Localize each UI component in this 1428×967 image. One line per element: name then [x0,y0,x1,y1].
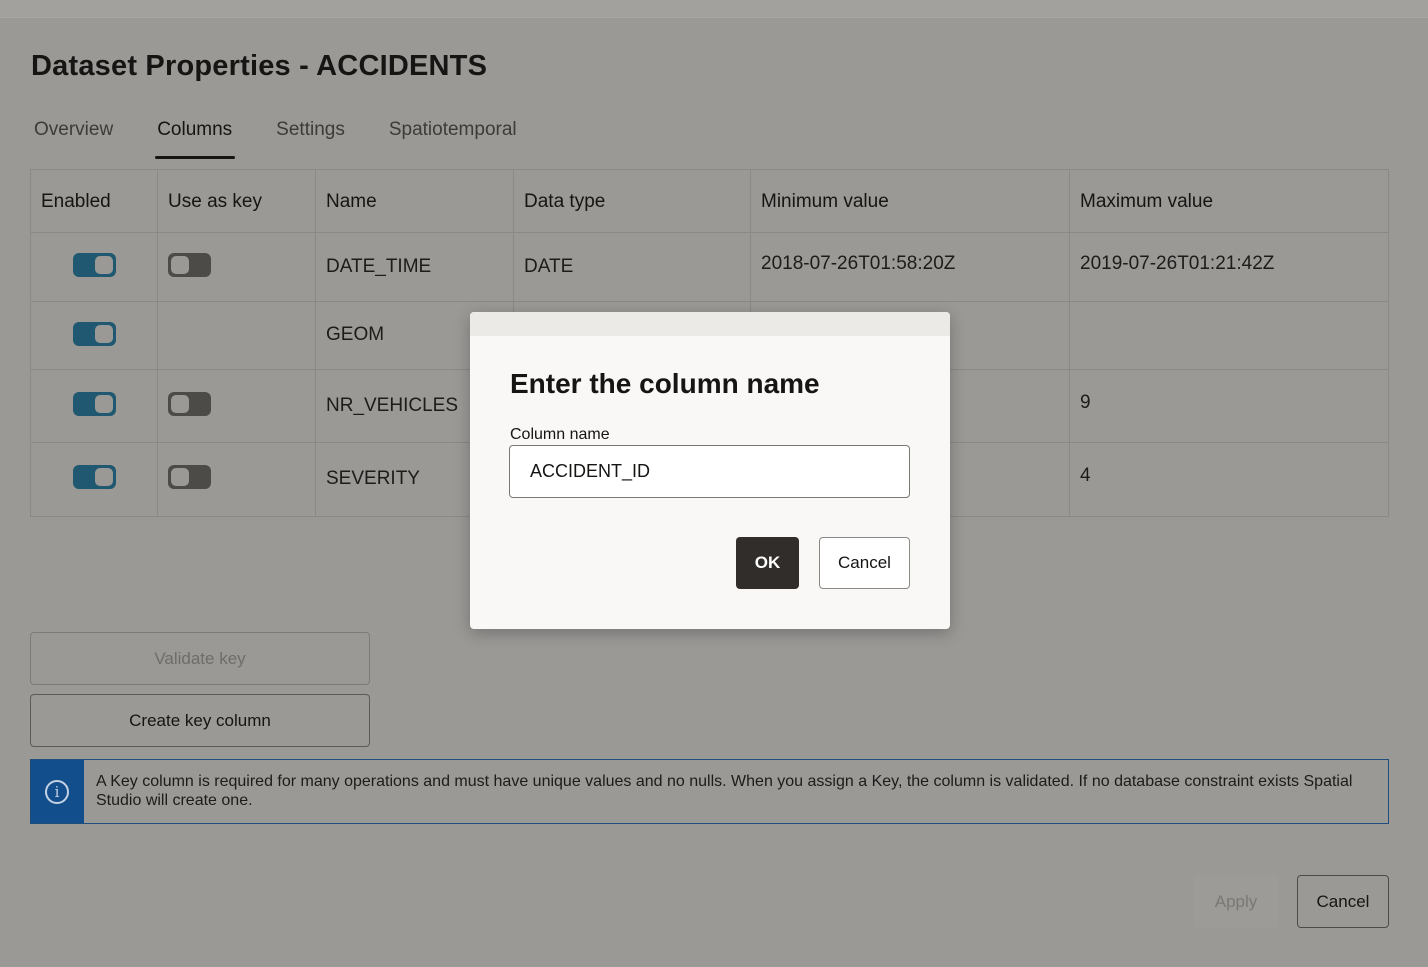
tab-settings[interactable]: Settings [276,116,345,160]
name-cell: DATE_TIME [316,233,514,301]
enabled-cell [31,443,158,516]
minimum-value-cell: 2018-07-26T01:58:20Z [751,233,1070,301]
enabled-toggle[interactable] [73,253,116,277]
column-name-label: Column name [510,426,610,443]
tab-columns[interactable]: Columns [155,116,236,160]
info-banner: i A Key column is required for many oper… [30,759,1389,824]
enabled-toggle[interactable] [73,322,116,346]
enabled-cell [31,370,158,442]
use-as-key-toggle[interactable] [168,253,211,277]
create-key-column-button[interactable]: Create key column [30,694,370,747]
maximum-value-cell: 9 [1080,392,1091,413]
tab-overview[interactable]: Overview [34,116,113,160]
info-text: A Key column is required for many operat… [96,773,1353,809]
header-use-as-key: Use as key [158,170,316,232]
dialog-title: Enter the column name [510,368,820,399]
maximum-value-cell: 2019-07-26T01:21:42Z [1080,253,1275,274]
top-strip [0,0,1428,18]
header-maximum-value: Maximum value [1080,191,1214,212]
maximum-value-cell: 4 [1080,465,1091,486]
cancel-button[interactable]: Cancel [1297,875,1389,928]
ok-button[interactable]: OK [736,537,799,589]
header-minimum-value: Minimum value [751,170,1070,232]
dialog-header-strip [470,312,950,336]
use-as-key-toggle[interactable] [168,465,211,489]
dialog-cancel-button[interactable]: Cancel [819,537,910,589]
use-as-key-cell [158,233,316,301]
use-as-key-cell [158,443,316,516]
use-as-key-cell [158,370,316,442]
info-icon: i [45,780,69,804]
page-title: Dataset Properties - ACCIDENTS [31,50,488,82]
enabled-toggle[interactable] [73,465,116,489]
enabled-cell [31,233,158,301]
data-type-cell: DATE [514,233,751,301]
header-enabled: Enabled [31,170,158,232]
header-data-type: Data type [514,170,751,232]
maximum-value-cell [1070,302,1388,369]
tab-spatiotemporal[interactable]: Spatiotemporal [389,116,517,160]
column-name-input[interactable] [509,445,910,498]
enabled-toggle[interactable] [73,392,116,416]
info-banner-bar: i [31,760,84,823]
validate-key-button[interactable]: Validate key [30,632,370,685]
use-as-key-cell [158,302,316,369]
table-row: DATE_TIME DATE 2018-07-26T01:58:20Z 2019… [31,233,1388,302]
column-name-dialog: Enter the column name Column name OK Can… [470,312,950,629]
header-name: Name [316,170,514,232]
table-header-row: Enabled Use as key Name Data type Minimu… [31,170,1388,233]
use-as-key-toggle[interactable] [168,392,211,416]
apply-button[interactable]: Apply [1193,875,1279,928]
tab-bar: Overview Columns Settings Spatiotemporal [34,116,561,160]
enabled-cell [31,302,158,369]
